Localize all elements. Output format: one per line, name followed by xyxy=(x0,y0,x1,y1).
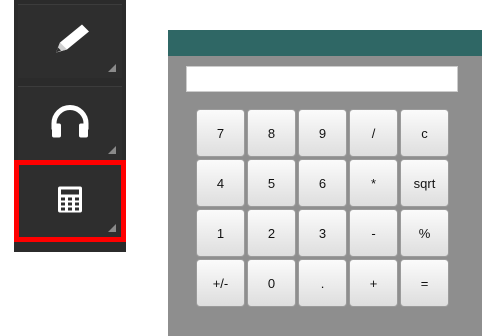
calc-key[interactable]: sqrt xyxy=(400,159,449,207)
headphones-icon xyxy=(48,103,92,144)
calc-key[interactable]: +/- xyxy=(196,259,245,307)
calc-key[interactable]: . xyxy=(298,259,347,307)
calc-key[interactable]: 7 xyxy=(196,109,245,157)
tool-sidebar xyxy=(14,0,126,252)
calc-key[interactable]: 4 xyxy=(196,159,245,207)
calc-key[interactable]: 5 xyxy=(247,159,296,207)
calc-key[interactable]: * xyxy=(349,159,398,207)
calculator-tool-button[interactable] xyxy=(14,160,126,242)
calc-key[interactable]: - xyxy=(349,209,398,257)
calc-key[interactable]: 6 xyxy=(298,159,347,207)
expand-corner-icon xyxy=(108,224,116,232)
calc-key[interactable]: % xyxy=(400,209,449,257)
expand-corner-icon xyxy=(108,146,116,154)
calc-key[interactable]: 1 xyxy=(196,209,245,257)
calc-key[interactable]: 8 xyxy=(247,109,296,157)
calc-key[interactable]: 3 xyxy=(298,209,347,257)
pencil-tool-button[interactable] xyxy=(18,4,122,78)
calc-key[interactable]: = xyxy=(400,259,449,307)
calculator-icon xyxy=(57,185,83,218)
calculator-display[interactable] xyxy=(186,66,458,92)
expand-corner-icon xyxy=(108,64,116,72)
calculator-panel: 7 8 9/c 4 5 6 * sqrt 1 2 3-% +/- 0. + = xyxy=(168,30,482,336)
pencil-icon xyxy=(48,20,92,63)
calc-key[interactable]: + xyxy=(349,259,398,307)
calc-key[interactable]: c xyxy=(400,109,449,157)
audio-tool-button[interactable] xyxy=(18,86,122,160)
calculator-keypad: 7 8 9/c 4 5 6 * sqrt 1 2 3-% +/- 0. + = xyxy=(196,109,449,307)
calc-key[interactable]: / xyxy=(349,109,398,157)
calc-key[interactable]: 9 xyxy=(298,109,347,157)
calc-key[interactable]: 0 xyxy=(247,259,296,307)
calculator-title-bar[interactable] xyxy=(168,30,482,56)
calc-key[interactable]: 2 xyxy=(247,209,296,257)
